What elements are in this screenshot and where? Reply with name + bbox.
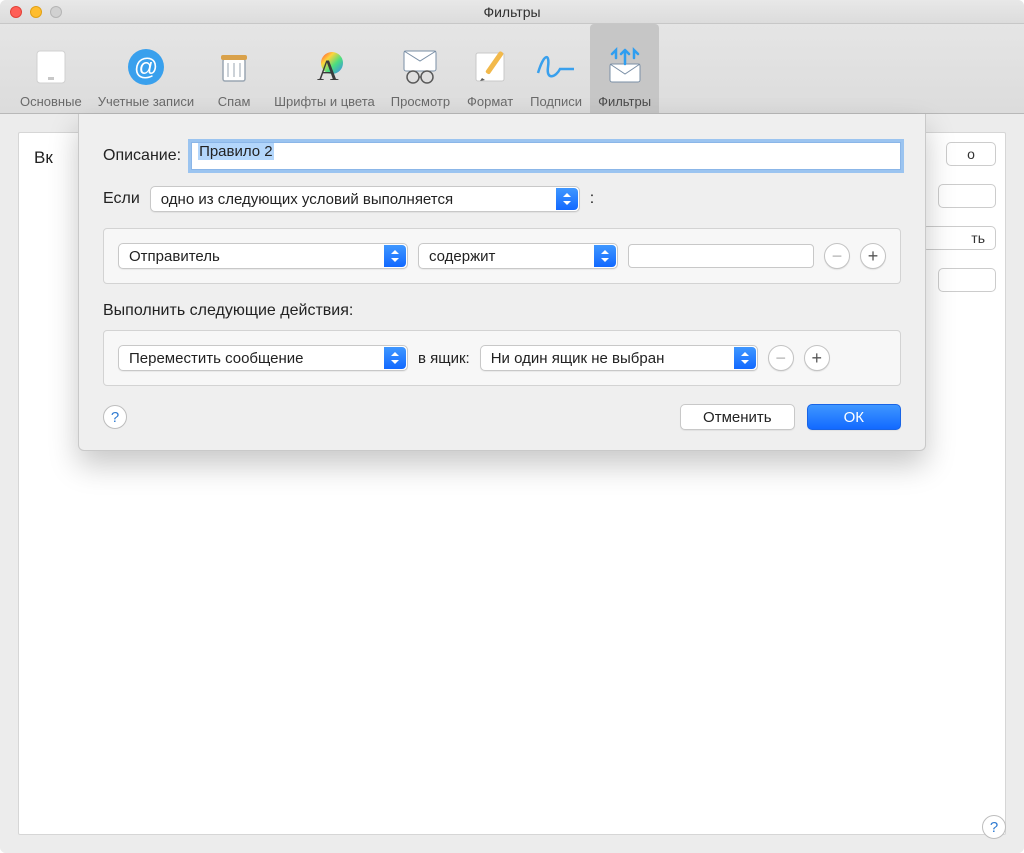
tab-format[interactable]: Формат [458,24,522,113]
if-label: Если [103,190,140,208]
bg-fragment-o: о [946,142,996,166]
tab-view[interactable]: Просмотр [383,24,458,113]
tab-label: Учетные записи [98,94,194,109]
filters-icon [601,43,649,91]
close-window-icon[interactable] [10,6,22,18]
add-condition-button[interactable]: + [860,243,886,269]
glasses-icon [396,43,444,91]
help-icon: ? [111,409,119,426]
window-help-button[interactable]: ? [982,815,1006,839]
tab-spam[interactable]: Спам [202,24,266,113]
mailbox-value: Ни один ящик не выбран [491,350,665,367]
tab-label: Просмотр [391,94,450,109]
condition-value-input[interactable] [628,244,814,268]
condition-operator-value: содержит [429,248,495,265]
tab-label: Спам [218,94,251,109]
match-mode-value: одно из следующих условий выполняется [161,191,453,208]
actions-container: Переместить сообщение в ящик: Ни один ящ… [103,330,901,386]
action-type-popup[interactable]: Переместить сообщение [118,345,408,371]
description-value: Правило 2 [198,143,274,160]
description-label: Описание: [103,147,181,165]
tab-accounts[interactable]: @ Учетные записи [90,24,202,113]
svg-text:A: A [317,54,339,87]
trash-icon [210,43,258,91]
chevron-updown-icon [384,347,406,369]
conditions-container: Отправитель содержит − + [103,228,901,284]
tab-fonts[interactable]: A Шрифты и цвета [266,24,383,113]
help-icon: ? [990,819,998,836]
tab-filters[interactable]: Фильтры [590,24,659,113]
fonts-colors-icon: A [300,43,348,91]
mailbox-label: в ящик: [418,350,470,367]
cancel-button[interactable]: Отменить [680,404,795,430]
svg-text:@: @ [134,54,158,81]
bg-fragment-t: ть [922,226,996,250]
tab-label: Формат [467,94,513,109]
remove-action-button[interactable]: − [768,345,794,371]
chevron-updown-icon [384,245,406,267]
zoom-window-icon [50,6,62,18]
at-sign-icon: @ [122,43,170,91]
tab-label: Шрифты и цвета [274,94,375,109]
match-mode-popup[interactable]: одно из следующих условий выполняется [150,186,580,212]
rules-list-fragment: Вк [34,148,53,168]
compose-icon [466,43,514,91]
rule-editor-sheet: Описание: Правило 2 Если одно из следующ… [78,114,926,451]
minimize-window-icon[interactable] [30,6,42,18]
help-button[interactable]: ? [103,405,127,429]
action-type-value: Переместить сообщение [129,350,304,367]
chevron-updown-icon [734,347,756,369]
prefs-toolbar: Основные @ Учетные записи Спам A Шрифты … [0,24,1024,114]
if-suffix: : [590,190,594,208]
chevron-updown-icon [594,245,616,267]
description-input[interactable]: Правило 2 [191,142,901,170]
tab-label: Основные [20,94,82,109]
ok-button[interactable]: ОК [807,404,901,430]
window-title: Фильтры [0,4,1024,20]
bg-fragment-blank [938,184,996,208]
tab-general[interactable]: Основные [12,24,90,113]
condition-field-popup[interactable]: Отправитель [118,243,408,269]
tab-signatures[interactable]: Подписи [522,24,590,113]
add-action-button[interactable]: + [804,345,830,371]
chevron-updown-icon [556,188,578,210]
remove-condition-button[interactable]: − [824,243,850,269]
mailbox-popup[interactable]: Ни один ящик не выбран [480,345,758,371]
actions-label: Выполнить следующие действия: [103,302,901,320]
condition-field-value: Отправитель [129,248,220,265]
tab-label: Подписи [530,94,582,109]
bg-fragment-blank2 [938,268,996,292]
titlebar: Фильтры [0,0,1024,24]
tab-label: Фильтры [598,94,651,109]
signature-icon [532,43,580,91]
general-icon [27,43,75,91]
condition-operator-popup[interactable]: содержит [418,243,618,269]
